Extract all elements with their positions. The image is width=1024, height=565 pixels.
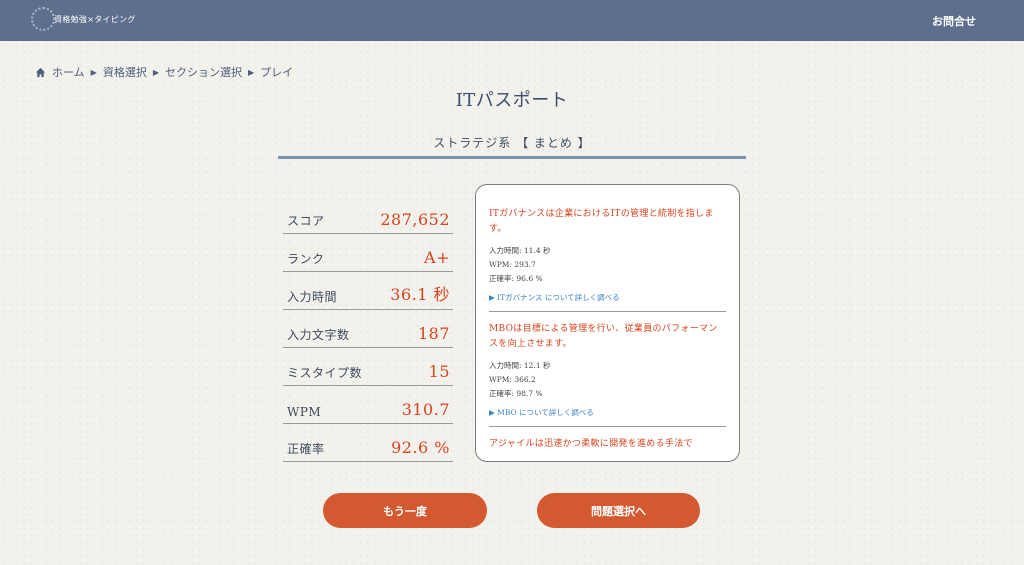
- home-icon[interactable]: [35, 67, 46, 78]
- breadcrumb-home[interactable]: ホーム: [52, 64, 85, 80]
- divider: [489, 426, 726, 427]
- stat-value: 36.1 秒: [390, 285, 450, 304]
- stat-label: 入力文字数: [287, 328, 350, 342]
- top-header: 資格勉強×タイピング お問合せ: [0, 0, 1024, 41]
- entry-history-panel[interactable]: ITガバナンスは企業におけるITの管理と統制を指します。 入力時間: 11.4 …: [475, 184, 740, 462]
- breadcrumb-separator-icon: ▶: [247, 67, 255, 77]
- stat-value: 310.7: [401, 400, 450, 419]
- breadcrumb-separator-icon: ▶: [90, 67, 97, 77]
- stat-row-score: スコア 287,652: [283, 196, 453, 234]
- site-logo-text[interactable]: 資格勉強×タイピング: [54, 14, 136, 25]
- list-item: アジャイルは迅速かつ柔軟に開発を進める手法で: [476, 437, 739, 452]
- stat-row-rank: ランク A+: [283, 234, 453, 272]
- entry-description: ITガバナンスは企業におけるITの管理と統制を指します。: [489, 209, 714, 234]
- entry-accuracy: 正確率: 96.6 %: [489, 274, 543, 283]
- entry-wpm: WPM: 366.2: [489, 375, 536, 384]
- entry-metrics: 入力時間: 11.4 秒 WPM: 293.7 正確率: 96.6 %: [489, 244, 726, 286]
- stat-label: スコア: [287, 214, 325, 228]
- question-select-button[interactable]: 問題選択へ: [537, 493, 700, 528]
- learn-more-link[interactable]: ▶ ITガバナンス について詳しく調べる: [489, 292, 726, 303]
- entry-time: 入力時間: 11.4 秒: [489, 246, 551, 255]
- entry-description: アジャイルは迅速かつ柔軟に開発を進める手法で: [489, 439, 693, 449]
- logo-icon[interactable]: [31, 7, 55, 31]
- contact-link[interactable]: お問合せ: [932, 13, 976, 29]
- divider: [489, 311, 726, 312]
- stat-value: 287,652: [380, 210, 450, 229]
- stat-row-chars: 入力文字数 187: [283, 310, 453, 348]
- entry-metrics: 入力時間: 12.1 秒 WPM: 366.2 正確率: 98.7 %: [489, 359, 726, 401]
- subtitle-underline: [278, 156, 746, 159]
- entry-description: MBOは目標による管理を行い、従業員のパフォーマンスを向上させます。: [489, 324, 718, 349]
- stat-label: 正確率: [287, 442, 325, 456]
- stat-label: ランク: [287, 252, 325, 266]
- stat-value: A+: [424, 248, 450, 267]
- stat-row-misses: ミスタイプ数 15: [283, 348, 453, 386]
- entry-accuracy: 正確率: 98.7 %: [489, 389, 543, 398]
- learn-more-link[interactable]: ▶ MBO について詳しく調べる: [489, 407, 726, 418]
- breadcrumb-separator-icon: ▶: [152, 67, 159, 77]
- list-item: MBOは目標による管理を行い、従業員のパフォーマンスを向上させます。 入力時間:…: [476, 322, 739, 418]
- stat-row-wpm: WPM 310.7: [283, 386, 453, 424]
- retry-button[interactable]: もう一度: [323, 493, 487, 528]
- entry-time: 入力時間: 12.1 秒: [489, 361, 551, 370]
- stat-value: 187: [417, 324, 450, 343]
- entry-wpm: WPM: 293.7: [489, 260, 536, 269]
- breadcrumb-section[interactable]: セクション選択: [165, 64, 242, 80]
- breadcrumb-play[interactable]: プレイ: [260, 64, 293, 80]
- stat-value: 15: [428, 362, 450, 381]
- page-title: ITパスポート: [455, 90, 569, 111]
- stat-row-time: 入力時間 36.1 秒: [283, 272, 453, 310]
- stat-value: 92.6 %: [391, 438, 450, 457]
- list-item: ITガバナンスは企業におけるITの管理と統制を指します。 入力時間: 11.4 …: [476, 207, 739, 303]
- stat-label: 入力時間: [287, 290, 338, 304]
- breadcrumb: ホーム ▶ 資格選択 ▶ セクション選択 ▶ プレイ: [35, 64, 293, 80]
- section-subtitle: ストラテジ系 【 まとめ 】: [433, 136, 591, 150]
- breadcrumb-qualification[interactable]: 資格選択: [103, 64, 147, 80]
- stat-row-accuracy: 正確率 92.6 %: [283, 424, 453, 462]
- stat-label: WPM: [287, 405, 322, 419]
- result-stats: スコア 287,652 ランク A+ 入力時間 36.1 秒 入力文字数 187…: [283, 196, 453, 462]
- stat-label: ミスタイプ数: [287, 366, 363, 380]
